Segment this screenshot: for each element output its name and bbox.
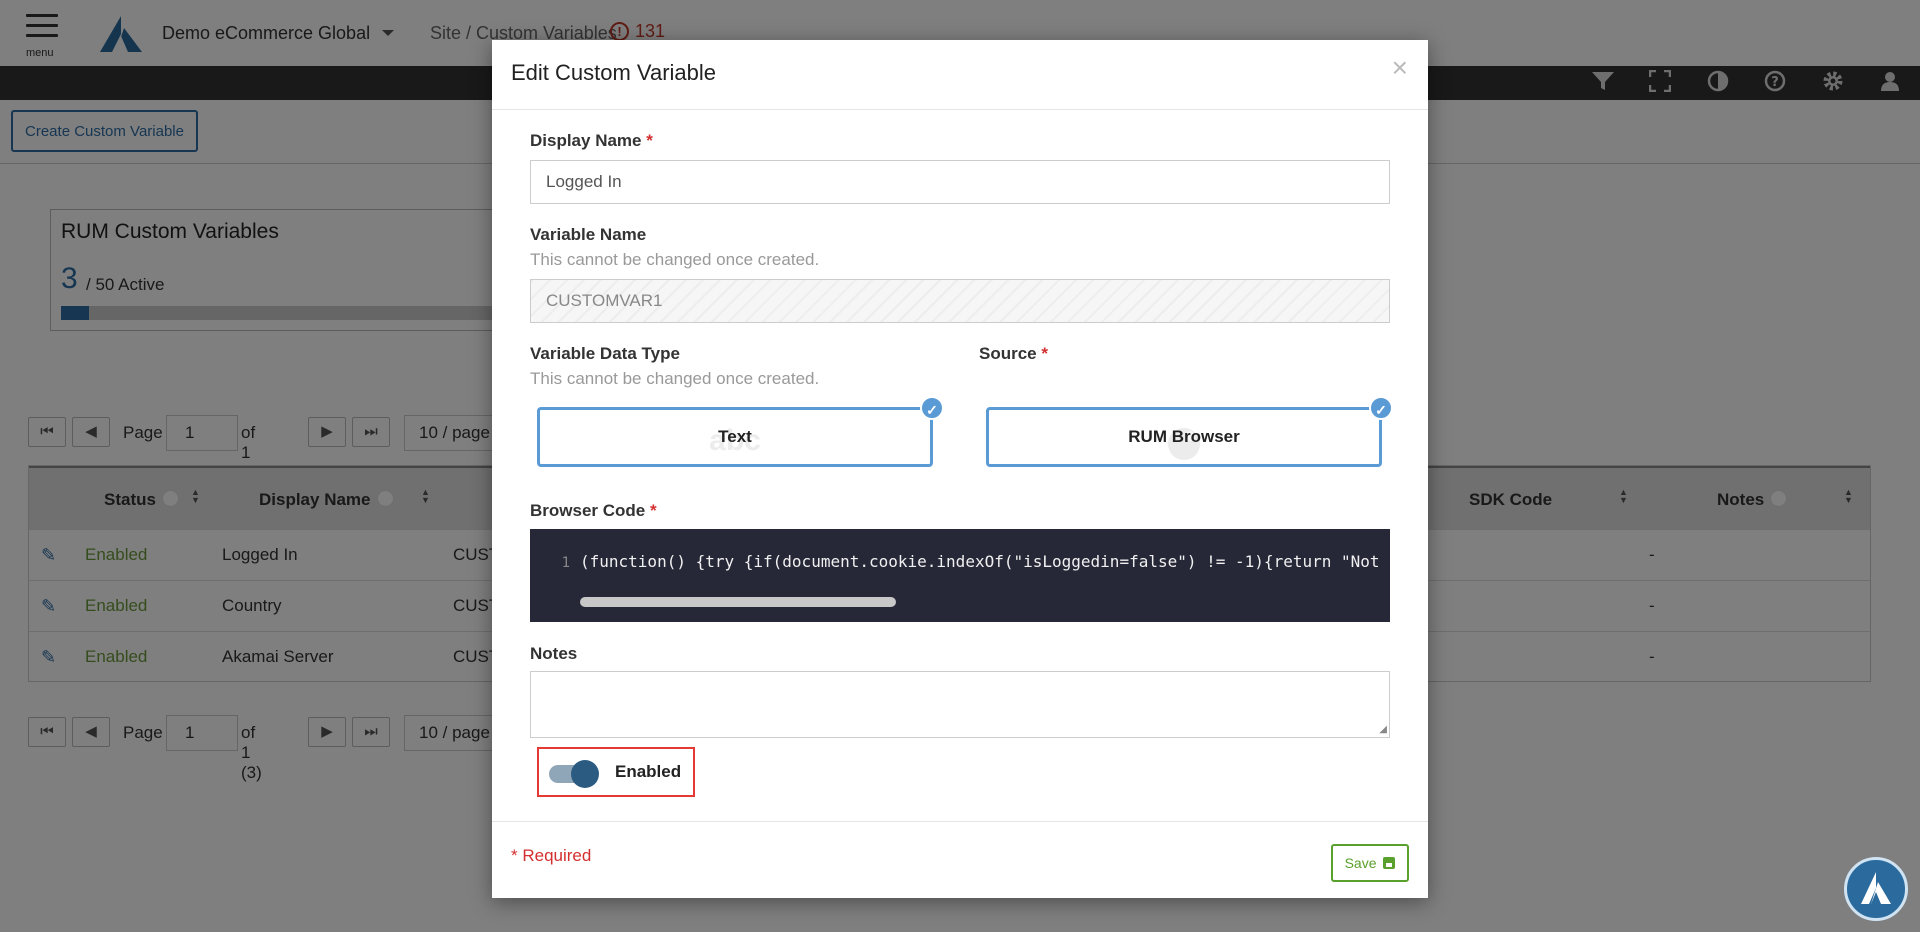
source-label: Source * [979, 344, 1048, 363]
display-name-input[interactable]: Logged In [530, 160, 1390, 204]
help-assistant-button[interactable] [1844, 857, 1908, 921]
enabled-toggle-highlight: Enabled [537, 747, 695, 797]
save-icon [1383, 857, 1396, 869]
browser-code-label: Browser Code * [530, 501, 657, 520]
source-option-label: RUM Browser [1128, 427, 1240, 446]
display-name-label: Display Name * [530, 131, 653, 150]
dialog-footer: * Required Save [492, 821, 1428, 898]
line-number: 1 [561, 555, 570, 571]
dialog-title: Edit Custom Variable [511, 60, 717, 85]
dialog-header: Edit Custom Variable × [492, 40, 1428, 110]
save-label: Save [1344, 855, 1377, 871]
close-icon[interactable]: × [1392, 54, 1408, 82]
variable-name-hint: This cannot be changed once created. [530, 250, 820, 269]
code-line: 1 (function() {try {if(document.cookie.in… [530, 552, 1390, 571]
required-note: * Required [511, 846, 592, 865]
check-icon: ✓ [1369, 396, 1393, 420]
notes-label: Notes [530, 644, 578, 663]
enabled-label: Enabled [615, 762, 682, 781]
source-rum-browser-option[interactable]: RUM Browser ✓ [986, 396, 1393, 467]
data-type-hint: This cannot be changed once created. [530, 369, 820, 388]
variable-name-input: CUSTOMVAR1 [530, 279, 1390, 323]
browser-code-editor[interactable]: 1 (function() {try {if(document.cookie.in… [530, 529, 1390, 622]
edit-custom-variable-dialog: Edit Custom Variable × Display Name * Lo… [492, 40, 1428, 898]
data-type-label: Variable Data Type [530, 344, 680, 363]
variable-name-label: Variable Name [530, 225, 647, 244]
data-type-text-option[interactable]: abc Text ✓ [537, 396, 944, 467]
check-icon: ✓ [920, 396, 944, 420]
resize-handle-icon[interactable]: ◢ [1379, 724, 1387, 735]
enabled-toggle-knob[interactable] [571, 760, 599, 788]
code-horizontal-scrollbar[interactable] [580, 597, 896, 607]
code-text: (function() {try {if(document.cookie.ind… [580, 552, 1380, 571]
notes-textarea[interactable]: ◢ [530, 671, 1390, 738]
save-button[interactable]: Save [1331, 844, 1409, 882]
data-type-option-label: Text [718, 427, 752, 446]
